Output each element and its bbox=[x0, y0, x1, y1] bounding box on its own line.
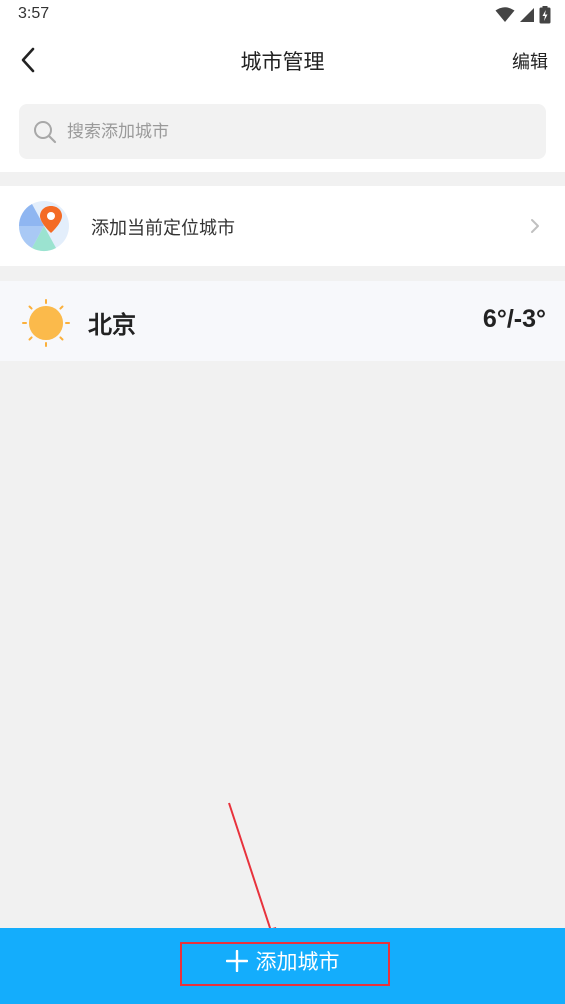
search-input[interactable] bbox=[67, 104, 527, 159]
search-icon bbox=[34, 121, 57, 144]
wifi-icon bbox=[495, 7, 515, 22]
status-bar: 3:57 bbox=[0, 0, 565, 30]
sun-icon bbox=[22, 299, 70, 347]
page-title: 城市管理 bbox=[240, 50, 325, 74]
city-temperature-range: 6°/-3° bbox=[482, 305, 546, 333]
status-time: 3:57 bbox=[18, 5, 50, 22]
city-card-beijing[interactable]: 北京 6°/-3° bbox=[0, 281, 565, 361]
add-current-location-label: 添加当前定位城市 bbox=[91, 218, 235, 239]
signal-icon bbox=[520, 8, 534, 22]
top-app-bar: 城市管理 编辑 bbox=[0, 30, 565, 92]
add-city-content: 添加城市 bbox=[0, 946, 565, 976]
edit-button[interactable]: 编辑 bbox=[512, 48, 548, 74]
search-box[interactable] bbox=[19, 104, 546, 159]
add-city-label: 添加城市 bbox=[255, 950, 340, 974]
battery-charging-icon bbox=[539, 6, 551, 24]
add-current-location-city-row[interactable]: 添加当前定位城市 bbox=[0, 186, 565, 266]
plus-icon bbox=[225, 950, 248, 972]
map-pin-icon bbox=[18, 201, 69, 252]
search-section bbox=[0, 92, 565, 172]
add-city-button[interactable]: 添加城市 bbox=[0, 928, 565, 1004]
status-icons bbox=[495, 6, 551, 24]
chevron-right-icon bbox=[531, 219, 539, 233]
city-name: 北京 bbox=[88, 311, 136, 339]
